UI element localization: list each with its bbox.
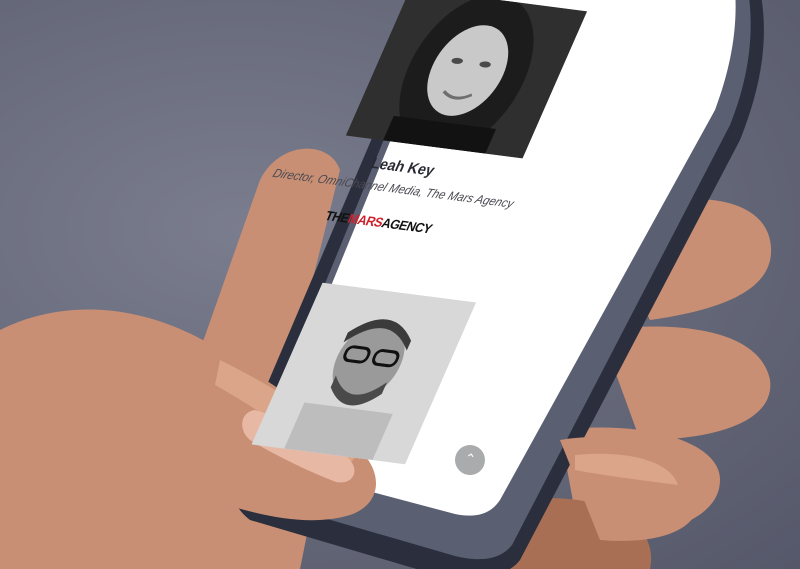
speaker-photo-leah-key xyxy=(345,0,588,159)
